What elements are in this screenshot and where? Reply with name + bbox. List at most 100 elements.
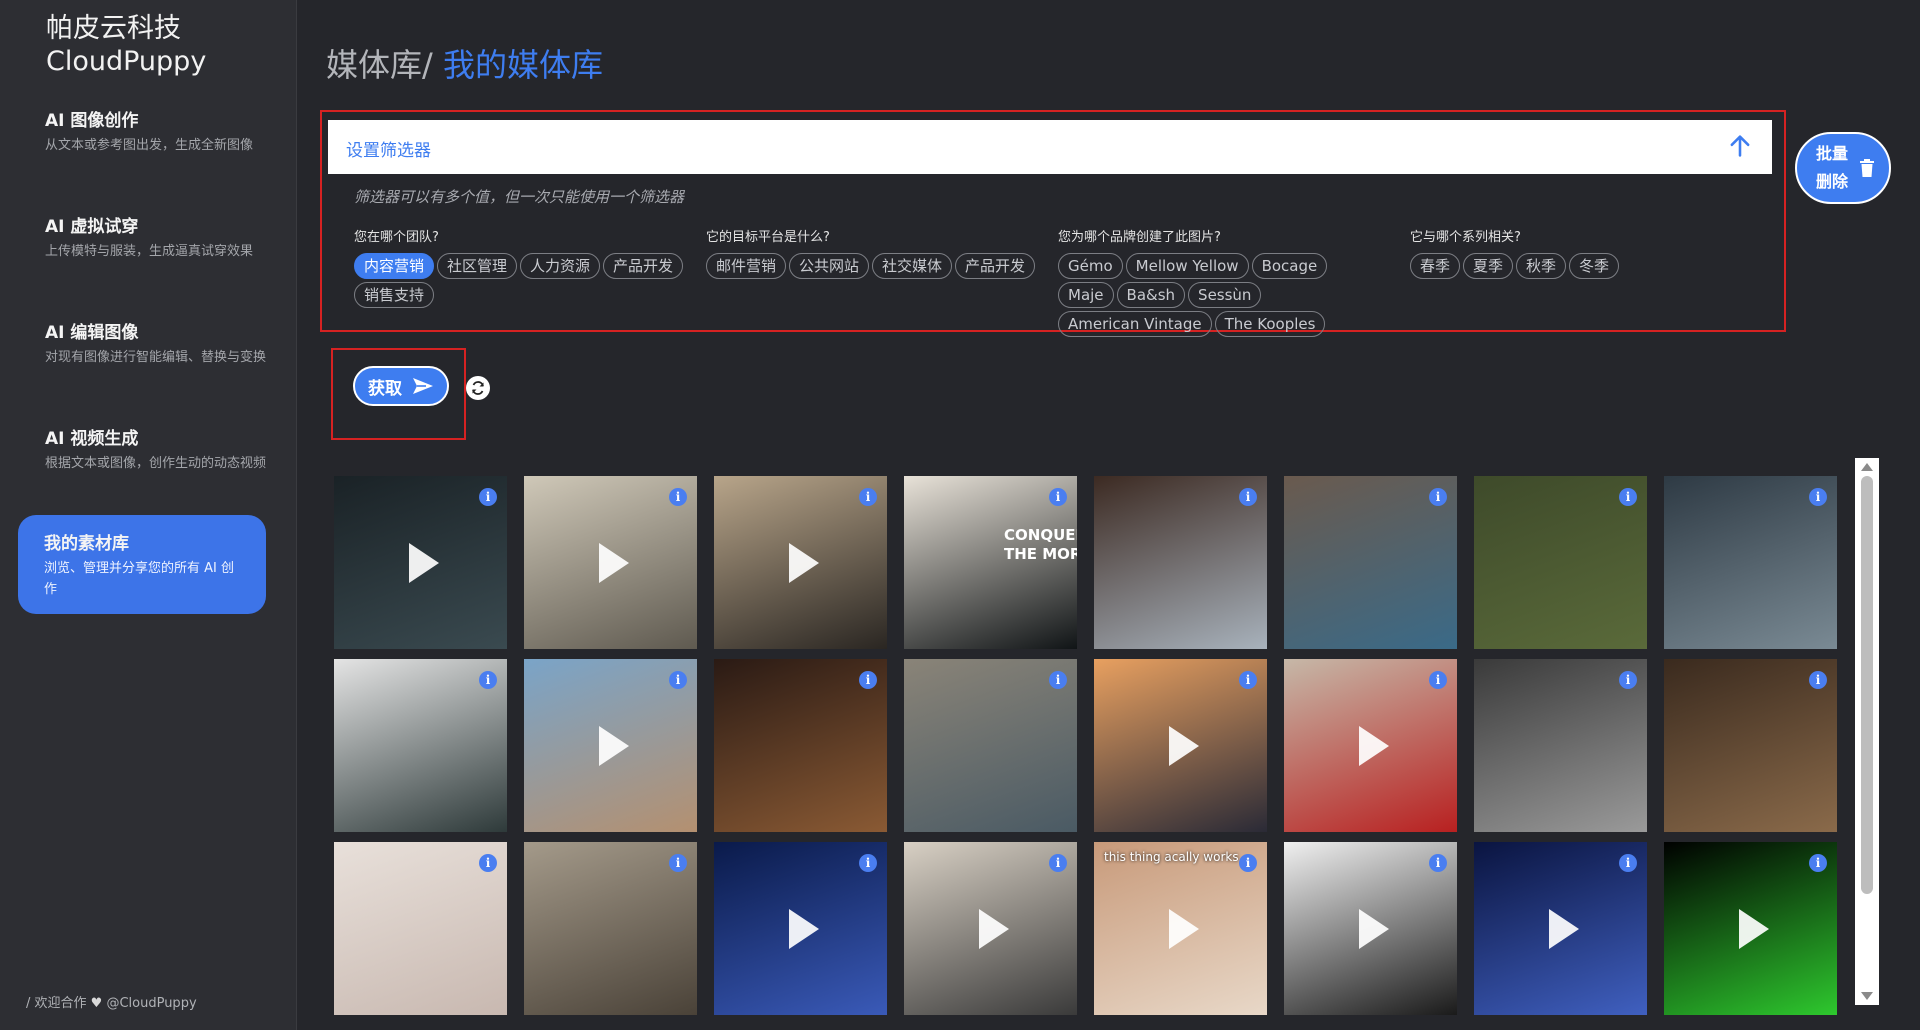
filter-chip[interactable]: Bocage	[1251, 253, 1328, 279]
play-icon[interactable]	[978, 908, 1009, 949]
play-icon[interactable]	[788, 908, 819, 949]
filter-chip[interactable]: American Vintage	[1058, 311, 1212, 337]
info-icon[interactable]: i	[1049, 671, 1067, 689]
play-icon[interactable]	[1358, 725, 1389, 766]
media-tile[interactable]: i	[1474, 659, 1647, 832]
scrollbar-thumb[interactable]	[1861, 476, 1873, 894]
filter-chip[interactable]: 冬季	[1569, 253, 1620, 279]
media-tile[interactable]: i	[1474, 842, 1647, 1015]
play-icon[interactable]	[1548, 908, 1579, 949]
filter-chip[interactable]: 社交媒体	[872, 253, 953, 279]
sidebar-item-image-editing[interactable]: AI 编辑图像 对现有图像进行智能编辑、替换与变换	[30, 318, 298, 368]
info-icon[interactable]: i	[1619, 854, 1637, 872]
filter-chip[interactable]: 邮件营销	[706, 253, 787, 279]
info-icon[interactable]: i	[859, 671, 877, 689]
filter-chip[interactable]: 人力资源	[520, 253, 601, 279]
filter-chip[interactable]: 夏季	[1463, 253, 1514, 279]
info-icon[interactable]: i	[1429, 488, 1447, 506]
filter-chip[interactable]: Maje	[1058, 282, 1114, 308]
filter-chip[interactable]: 产品开发	[955, 253, 1036, 279]
media-tile[interactable]: CONQUER THE MORN i	[904, 476, 1077, 649]
info-icon[interactable]: i	[1809, 671, 1827, 689]
filter-group-brand: 您为哪个品牌创建了此图片? Gémo Mellow Yellow Bocage Maj…	[1058, 226, 1348, 337]
play-icon[interactable]	[788, 542, 819, 583]
media-tile[interactable]: i	[1474, 476, 1647, 649]
play-icon[interactable]	[408, 542, 439, 583]
filter-chip[interactable]: 内容营销	[354, 253, 435, 279]
info-icon[interactable]: i	[1429, 854, 1447, 872]
media-tile[interactable]: i	[714, 842, 887, 1015]
filter-chip[interactable]: 秋季	[1516, 253, 1567, 279]
sidebar-item-media-library[interactable]: 我的素材库 浏览、管理并分享您的所有 AI 创作	[18, 515, 266, 614]
sidebar-item-desc: 根据文本或图像，创作生动的动态视频	[45, 456, 267, 471]
info-icon[interactable]: i	[1239, 488, 1257, 506]
filter-chip[interactable]: Mellow Yellow	[1125, 253, 1249, 279]
filter-chip[interactable]: 公共网站	[789, 253, 870, 279]
filter-chip[interactable]: The Kooples	[1214, 311, 1326, 337]
media-tile[interactable]: i	[1664, 476, 1837, 649]
filter-chip[interactable]: 春季	[1410, 253, 1461, 279]
play-icon[interactable]	[1738, 908, 1769, 949]
scrollbar[interactable]	[1855, 458, 1879, 1005]
media-tile[interactable]: i	[334, 659, 507, 832]
info-icon[interactable]: i	[479, 671, 497, 689]
media-tile[interactable]: i	[1664, 659, 1837, 832]
bulk-delete-button[interactable]: 批量 删除	[1795, 132, 1891, 204]
play-icon[interactable]	[1358, 908, 1389, 949]
scroll-up-icon[interactable]	[1861, 463, 1873, 471]
info-icon[interactable]: i	[479, 854, 497, 872]
filter-chip[interactable]: Sessùn	[1188, 282, 1262, 308]
media-tile[interactable]: i	[1284, 842, 1457, 1015]
sidebar-item-image-creation[interactable]: AI 图像创作 从文本或参考图出发，生成全新图像	[30, 106, 298, 156]
media-tile[interactable]: i	[714, 659, 887, 832]
info-icon[interactable]: i	[859, 488, 877, 506]
info-icon[interactable]: i	[669, 854, 687, 872]
media-tile[interactable]: i	[1284, 659, 1457, 832]
info-icon[interactable]: i	[1239, 854, 1257, 872]
arrow-up-icon[interactable]	[1726, 132, 1754, 160]
info-icon[interactable]: i	[1619, 671, 1637, 689]
filter-chip[interactable]: 产品开发	[603, 253, 684, 279]
breadcrumb[interactable]: 媒体库/	[326, 46, 433, 84]
info-icon[interactable]: i	[1809, 488, 1827, 506]
media-tile[interactable]: i	[1284, 476, 1457, 649]
media-tile[interactable]: i	[334, 842, 507, 1015]
info-icon[interactable]: i	[669, 671, 687, 689]
info-icon[interactable]: i	[1619, 488, 1637, 506]
play-icon[interactable]	[1168, 725, 1199, 766]
info-icon[interactable]: i	[1049, 854, 1067, 872]
play-icon[interactable]	[1168, 908, 1199, 949]
info-icon[interactable]: i	[479, 488, 497, 506]
fetch-button[interactable]: 获取	[353, 366, 449, 406]
media-tile[interactable]: i	[524, 476, 697, 649]
media-tile[interactable]: i	[524, 842, 697, 1015]
media-tile[interactable]: i	[1094, 659, 1267, 832]
play-icon[interactable]	[598, 542, 629, 583]
scroll-down-icon[interactable]	[1861, 992, 1873, 1000]
sidebar-item-video-generation[interactable]: AI 视频生成 根据文本或图像，创作生动的动态视频	[30, 424, 298, 474]
filter-panel-header[interactable]: 设置筛选器	[328, 120, 1772, 174]
media-tile[interactable]: i	[524, 659, 697, 832]
brand-logo[interactable]: 帕皮云科技 CloudPuppy	[46, 12, 206, 78]
info-icon[interactable]: i	[1049, 488, 1067, 506]
play-icon[interactable]	[598, 725, 629, 766]
filter-chip[interactable]: 销售支持	[354, 282, 435, 308]
media-tile[interactable]: i	[904, 659, 1077, 832]
sidebar-item-virtual-tryon[interactable]: AI 虚拟试穿 上传模特与服装，生成逼真试穿效果	[30, 212, 298, 262]
info-icon[interactable]: i	[1809, 854, 1827, 872]
filter-chip[interactable]: 社区管理	[437, 253, 518, 279]
info-icon[interactable]: i	[859, 854, 877, 872]
refresh-button[interactable]	[466, 376, 490, 400]
media-tile[interactable]: this thing acally works i	[1094, 842, 1267, 1015]
info-icon[interactable]: i	[669, 488, 687, 506]
media-tile[interactable]: i	[904, 842, 1077, 1015]
media-tile[interactable]: i	[714, 476, 887, 649]
info-icon[interactable]: i	[1239, 671, 1257, 689]
filter-chip[interactable]: Gémo	[1058, 253, 1123, 279]
info-icon[interactable]: i	[1429, 671, 1447, 689]
media-tile[interactable]: i	[1094, 476, 1267, 649]
footer-handle[interactable]: @CloudPuppy	[106, 996, 196, 1011]
media-tile[interactable]: i	[334, 476, 507, 649]
media-tile[interactable]: i	[1664, 842, 1837, 1015]
filter-chip[interactable]: Ba&sh	[1116, 282, 1186, 308]
